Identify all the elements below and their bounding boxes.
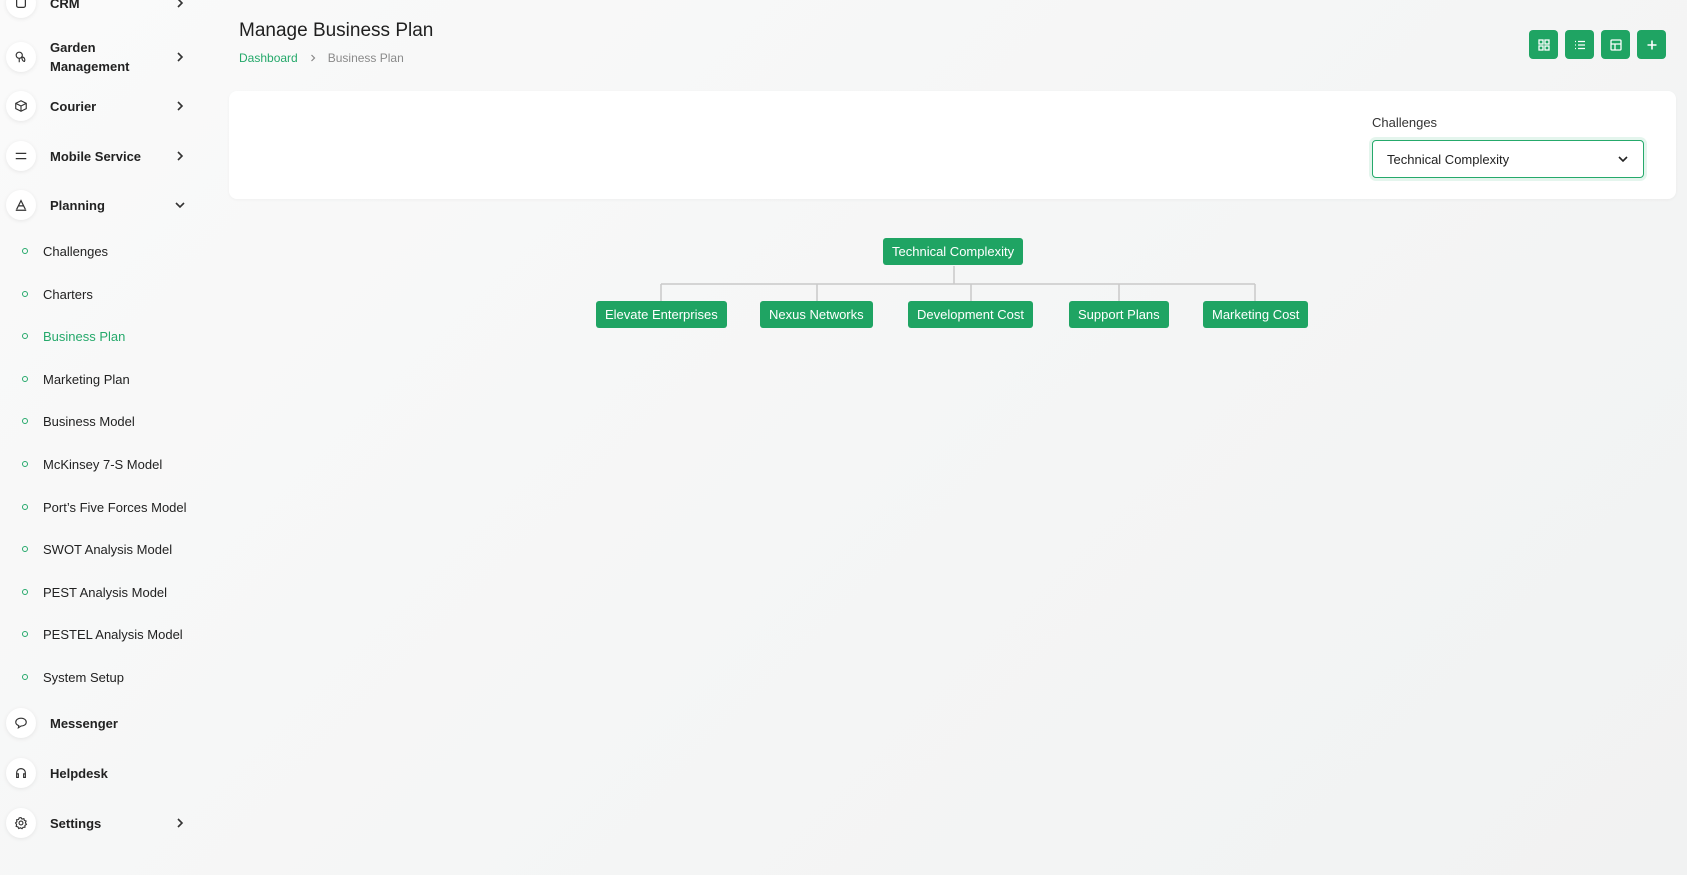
- sidebar-item-planning[interactable]: Planning: [6, 190, 190, 220]
- sidebar-item-label: Courier: [50, 98, 97, 114]
- bullet-icon: [22, 461, 28, 467]
- tree-node-root[interactable]: Technical Complexity: [883, 238, 1024, 265]
- sidebar-subitem-swot[interactable]: SWOT Analysis Model: [22, 539, 172, 559]
- planning-icon: [6, 190, 36, 220]
- breadcrumb: Dashboard Business Plan: [239, 51, 404, 65]
- bullet-icon: [22, 248, 28, 254]
- sidebar-subitem-marketing-plan[interactable]: Marketing Plan: [22, 369, 130, 389]
- box-icon: [6, 91, 36, 121]
- grid-view-icon: [1537, 38, 1550, 51]
- plus-icon: [1647, 40, 1656, 49]
- chevron-down-icon: [1618, 156, 1628, 163]
- sidebar-item-mobile-service[interactable]: Mobile Service: [6, 141, 190, 171]
- bullet-icon: [22, 333, 28, 339]
- chat-icon: [6, 708, 36, 738]
- sidebar-subitem-label: SWOT Analysis Model: [43, 541, 173, 557]
- sidebar-subitem-challenges[interactable]: Challenges: [22, 241, 108, 261]
- page-title: Manage Business Plan: [239, 20, 434, 41]
- bullet-icon: [22, 376, 28, 382]
- bullet-icon: [22, 504, 28, 510]
- challenges-filter-label: Challenges: [1372, 115, 1438, 130]
- list-view-icon: [1574, 40, 1585, 49]
- sidebar-subitem-system-setup[interactable]: System Setup: [22, 667, 124, 687]
- breadcrumb-current: Business Plan: [327, 51, 404, 65]
- sidebar-subitem-label: Business Plan: [43, 328, 126, 344]
- sidebar-item-helpdesk[interactable]: Helpdesk: [6, 758, 190, 788]
- bullet-icon: [22, 546, 28, 552]
- sidebar-subitem-pest[interactable]: PEST Analysis Model: [22, 582, 167, 602]
- sidebar-item-label: Messenger: [50, 715, 118, 731]
- menu-icon: [6, 141, 36, 171]
- sidebar-subitem-label: Port’s Five Forces Model: [43, 499, 187, 515]
- tree-node-child[interactable]: Elevate Enterprises: [596, 301, 727, 328]
- chevron-right-icon: [177, 151, 184, 161]
- sidebar-subitem-five-forces[interactable]: Port’s Five Forces Model: [22, 497, 187, 517]
- tree-node-child[interactable]: Nexus Networks: [760, 301, 873, 328]
- chevron-down-icon: [175, 202, 185, 209]
- breadcrumb-dashboard-link[interactable]: Dashboard: [239, 51, 298, 65]
- tree-node-child[interactable]: Development Cost: [908, 301, 1033, 328]
- tree-node-child[interactable]: Marketing Cost: [1203, 301, 1309, 328]
- sidebar-subitem-business-model[interactable]: Business Model: [22, 411, 135, 431]
- bullet-icon: [22, 291, 28, 297]
- chevron-right-icon: [310, 54, 316, 62]
- chevron-right-icon: [177, 52, 184, 62]
- chevron-right-icon: [177, 101, 184, 111]
- sidebar-item-label: Planning: [50, 197, 105, 213]
- table-view-button[interactable]: [1601, 30, 1630, 59]
- list-view-button[interactable]: [1565, 30, 1594, 59]
- sidebar-subitem-charters[interactable]: Charters: [22, 284, 93, 304]
- sidebar-subitem-label: McKinsey 7-S Model: [43, 456, 163, 472]
- sidebar-item-label: Garden Management: [50, 40, 130, 74]
- sidebar-item-label: Mobile Service: [50, 148, 142, 164]
- sidebar-item-messenger[interactable]: Messenger: [6, 708, 190, 738]
- sidebar: CRM Garden Management Courier Mobile Ser…: [0, 0, 200, 875]
- sidebar-item-garden-management[interactable]: Garden Management: [6, 38, 190, 76]
- gear-icon: [6, 808, 36, 838]
- tree-node-child[interactable]: Support Plans: [1069, 301, 1169, 328]
- sidebar-subitem-label: Marketing Plan: [43, 371, 130, 387]
- sidebar-subitem-label: Charters: [43, 286, 93, 302]
- sidebar-item-label: Settings: [50, 815, 102, 831]
- add-button[interactable]: [1637, 30, 1666, 59]
- sidebar-subitem-mckinsey-7s[interactable]: McKinsey 7-S Model: [22, 454, 162, 474]
- sidebar-subitem-pestel[interactable]: PESTEL Analysis Model: [22, 624, 183, 644]
- crm-icon: [6, 0, 36, 18]
- sidebar-item-courier[interactable]: Courier: [6, 91, 190, 121]
- sidebar-subitem-business-plan[interactable]: Business Plan: [22, 326, 125, 346]
- challenges-select[interactable]: Technical Complexity: [1372, 140, 1644, 178]
- sidebar-subitem-label: PEST Analysis Model: [43, 584, 168, 600]
- sidebar-item-crm[interactable]: CRM: [6, 0, 190, 18]
- table-view-icon: [1609, 38, 1622, 51]
- bullet-icon: [22, 418, 28, 424]
- sidebar-subitem-label: Challenges: [43, 243, 109, 259]
- chevron-right-icon: [177, 818, 184, 828]
- sidebar-item-label: CRM: [50, 0, 80, 11]
- bullet-icon: [22, 631, 28, 637]
- challenges-select-value: Technical Complexity: [1387, 151, 1510, 167]
- garden-icon: [6, 42, 36, 72]
- sidebar-subitem-label: Business Model: [43, 413, 135, 429]
- bullet-icon: [22, 674, 28, 680]
- chevron-right-icon: [177, 0, 184, 8]
- bullet-icon: [22, 589, 28, 595]
- sidebar-item-label: Helpdesk: [50, 765, 108, 781]
- sidebar-subitem-label: System Setup: [43, 669, 124, 685]
- headset-icon: [6, 758, 36, 788]
- sidebar-item-settings[interactable]: Settings: [6, 808, 190, 838]
- sidebar-subitem-label: PESTEL Analysis Model: [43, 626, 183, 642]
- view-toolbar: [1529, 30, 1666, 59]
- grid-view-button[interactable]: [1529, 30, 1558, 59]
